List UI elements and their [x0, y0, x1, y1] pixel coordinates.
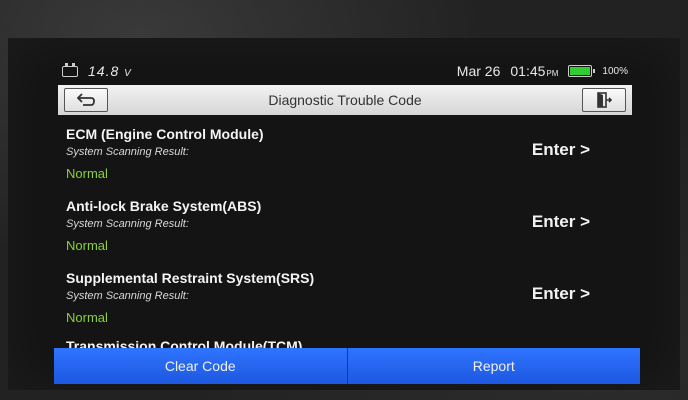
system-item-tcm[interactable]: Transmission Control Module(TCM): [58, 334, 632, 348]
ampm-text: PM: [546, 69, 559, 78]
result-label: System Scanning Result:: [66, 290, 189, 302]
battery-fill: [570, 67, 591, 75]
status-left: 14.8 V: [62, 62, 132, 79]
voltage-unit: V: [124, 68, 132, 79]
battery-percent: 100%: [602, 65, 628, 77]
battery-icon: [568, 65, 596, 77]
voltage-readout: 14.8 V: [88, 63, 132, 79]
exit-button[interactable]: [582, 88, 626, 112]
clear-code-button[interactable]: Clear Code: [54, 348, 347, 384]
system-item-ecm[interactable]: ECM (Engine Control Module) System Scann…: [58, 118, 632, 190]
status-bar: 14.8 V Mar 26 01:45PM 100%: [50, 60, 640, 82]
system-name: ECM (Engine Control Module): [66, 126, 264, 142]
car-battery-icon: [62, 62, 78, 77]
enter-button-srs[interactable]: Enter >: [532, 284, 590, 304]
back-button[interactable]: [64, 88, 108, 112]
report-button[interactable]: Report: [346, 348, 640, 384]
enter-button-abs[interactable]: Enter >: [532, 212, 590, 232]
result-value: Normal: [66, 310, 108, 325]
time-value: 01:45: [510, 63, 546, 79]
bottom-action-bar: Clear Code Report: [54, 348, 640, 384]
back-arrow-icon: [76, 93, 95, 106]
system-name: Supplemental Restraint System(SRS): [66, 270, 315, 286]
title-bar: Diagnostic Trouble Code: [58, 85, 632, 115]
result-value: Normal: [66, 166, 108, 181]
result-label: System Scanning Result:: [66, 146, 189, 158]
system-name: Anti-lock Brake System(ABS): [66, 198, 262, 214]
enter-button-ecm[interactable]: Enter >: [532, 140, 590, 160]
result-value: Normal: [66, 238, 108, 253]
time-text: 01:45PM: [510, 63, 558, 79]
page-title: Diagnostic Trouble Code: [268, 92, 422, 108]
result-label: System Scanning Result:: [66, 218, 189, 230]
status-right: Mar 26 01:45PM 100%: [457, 63, 628, 79]
system-item-abs[interactable]: Anti-lock Brake System(ABS) System Scann…: [58, 190, 632, 262]
exit-door-icon: [597, 92, 613, 108]
system-name: Transmission Control Module(TCM): [66, 338, 303, 348]
voltage-value: 14.8: [88, 63, 120, 79]
system-item-srs[interactable]: Supplemental Restraint System(SRS) Syste…: [58, 262, 632, 334]
date-text: Mar 26: [456, 63, 501, 79]
